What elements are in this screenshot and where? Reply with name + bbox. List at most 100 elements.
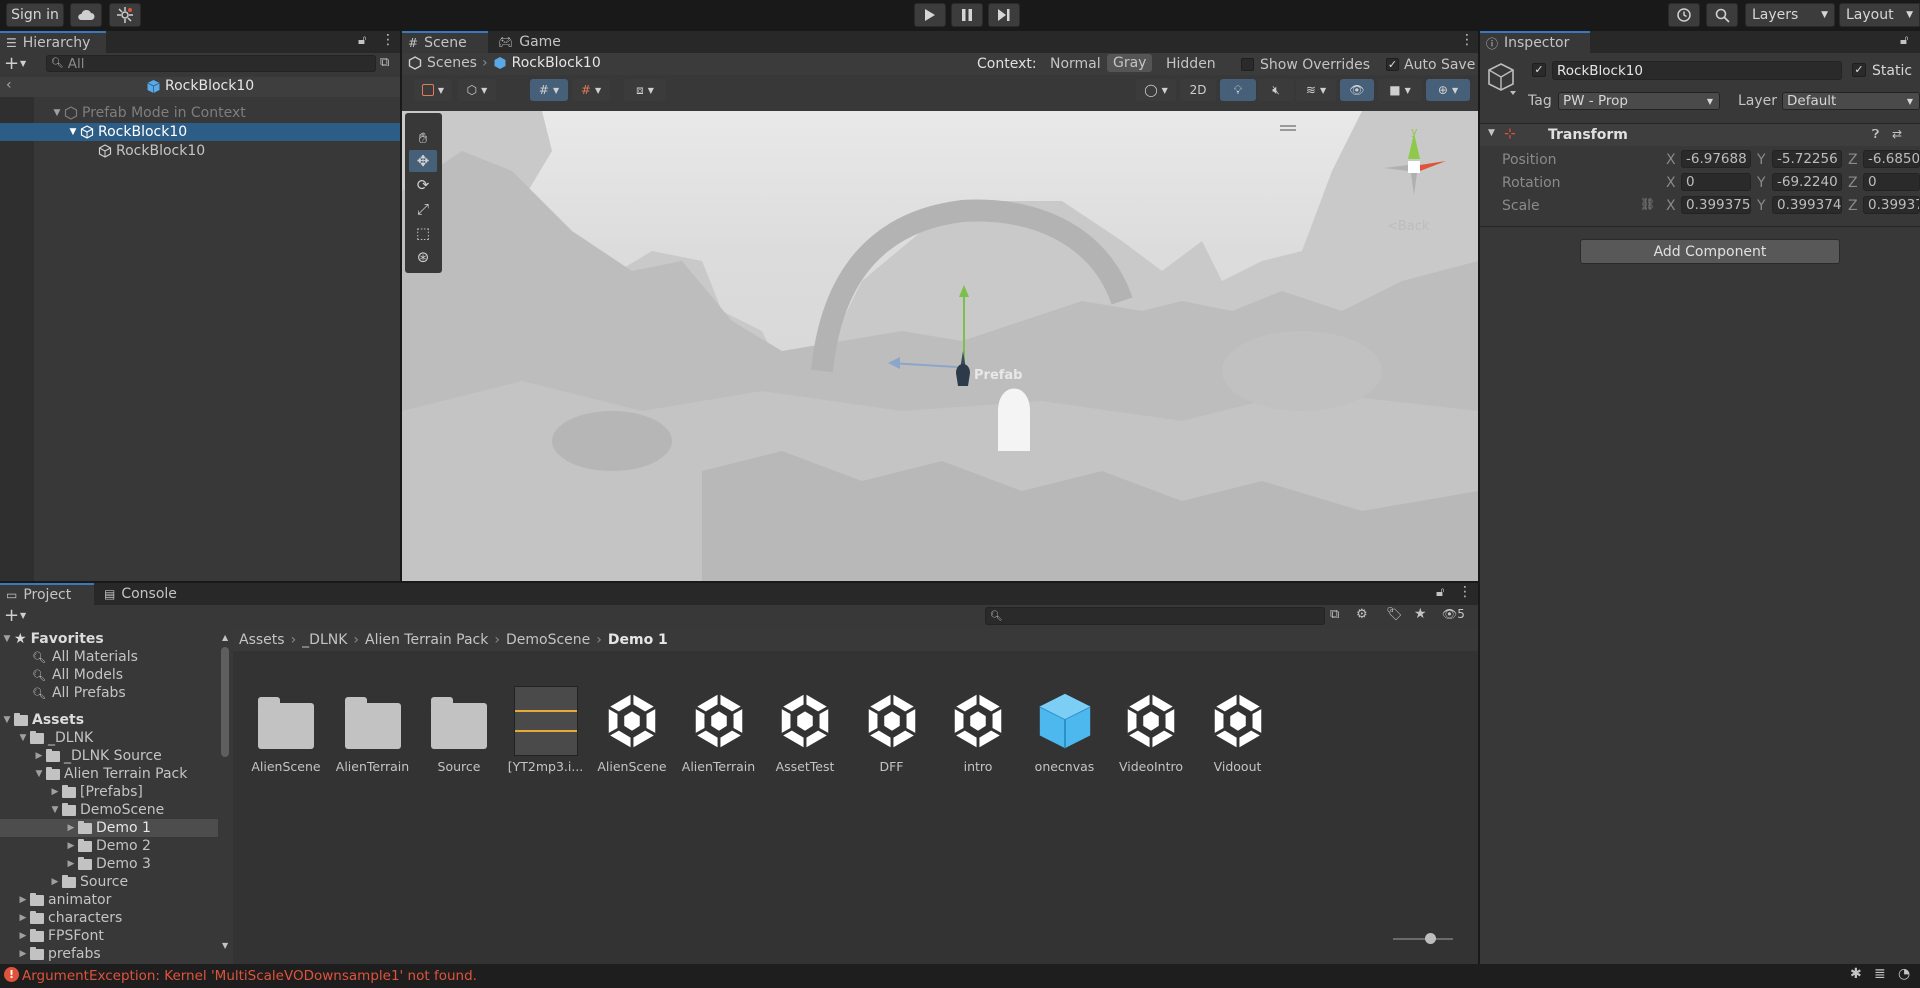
move-tool-button[interactable]: ✥ xyxy=(409,150,437,172)
auto-save-checkbox[interactable]: ✓ xyxy=(1386,58,1399,71)
asset-item-scene[interactable]: intro xyxy=(939,689,1017,774)
label-tag-icon[interactable]: 🏷︎ xyxy=(1386,607,1403,622)
position-y-field[interactable]: -5.72256 xyxy=(1772,150,1842,168)
history-button[interactable] xyxy=(1668,3,1700,27)
layout-dropdown[interactable]: Layout ▼ xyxy=(1839,3,1920,27)
tree-item-demo-1[interactable]: ▶ Demo 1 xyxy=(64,819,151,837)
tree-item-dlnk-source[interactable]: ▶ _DLNK Source xyxy=(32,747,162,765)
scene-search-icon[interactable]: ⧉ xyxy=(380,55,389,70)
asset-item-scene[interactable]: AssetTest xyxy=(766,689,844,774)
more-menu-icon[interactable]: ⋮ xyxy=(1458,584,1472,600)
lock-icon[interactable]: 🔓︎ xyxy=(1900,33,1908,48)
collapsed-arrow-icon[interactable]: ▶ xyxy=(48,787,62,797)
favorites-header[interactable]: ▼ ★ Favorites xyxy=(0,630,104,648)
scale-y-field[interactable]: 0.399374 xyxy=(1772,196,1842,214)
tree-item-source[interactable]: ▶ Source xyxy=(48,873,129,891)
asset-item-scene[interactable]: VideoIntro xyxy=(1112,689,1190,774)
expand-arrow-icon[interactable]: ▼ xyxy=(66,127,80,137)
gizmo-back-label[interactable]: <Back xyxy=(1387,219,1429,234)
layers-dropdown[interactable]: Layers ▼ xyxy=(1745,3,1835,27)
align-dropdown[interactable]: ⧈ ▼ xyxy=(624,79,666,101)
breadcrumb-prefab[interactable]: RockBlock10 xyxy=(512,55,601,71)
asset-item-scene[interactable]: Vidoout xyxy=(1199,689,1277,774)
static-checkbox[interactable]: ✓ xyxy=(1852,63,1866,77)
asset-item-scene[interactable]: AlienScene xyxy=(593,689,671,774)
context-hidden-button[interactable]: Hidden xyxy=(1166,56,1216,72)
draw-mode-dropdown[interactable]: ▼ xyxy=(414,79,452,101)
orientation-dropdown[interactable]: ◯ ▼ xyxy=(1136,79,1176,101)
lock-icon[interactable]: 🔓︎ xyxy=(1436,585,1444,600)
layer-dropdown[interactable]: Default ▼ xyxy=(1782,92,1920,110)
expand-arrow-icon[interactable]: ▼ xyxy=(16,733,30,743)
transform-header[interactable]: ▼ ⊹ Transform ❓︎ ⇄ xyxy=(1480,124,1920,146)
position-z-field[interactable]: -6.6850 xyxy=(1863,150,1920,168)
expand-arrow-icon[interactable]: ▼ xyxy=(32,769,46,779)
collapsed-arrow-icon[interactable]: ▶ xyxy=(16,895,30,905)
collapsed-arrow-icon[interactable]: ▶ xyxy=(16,913,30,923)
hidden-packages-toggle[interactable]: 👁︎5 xyxy=(1442,607,1465,621)
expand-arrow-icon[interactable]: ▼ xyxy=(0,715,14,725)
collapsed-arrow-icon[interactable]: ▶ xyxy=(64,823,78,833)
play-button[interactable] xyxy=(914,3,946,27)
favorite-all-models[interactable]: 🔍︎ All Models xyxy=(32,666,123,684)
add-icon[interactable]: + xyxy=(4,53,19,74)
2d-toggle-button[interactable]: 2D xyxy=(1180,79,1216,101)
add-component-button[interactable]: Add Component xyxy=(1580,239,1840,264)
tab-hierarchy[interactable]: ☰ Hierarchy xyxy=(0,31,106,53)
tree-item-prefabs[interactable]: ▶ [Prefabs] xyxy=(48,783,143,801)
cloud-button[interactable] xyxy=(70,3,102,27)
tab-game[interactable]: 🎮︎ Game xyxy=(492,31,572,53)
add-icon[interactable]: + xyxy=(4,605,19,626)
show-overrides-checkbox[interactable] xyxy=(1241,58,1254,71)
scale-z-field[interactable]: 0.39937 xyxy=(1863,196,1920,214)
cache-server-icon[interactable]: ≣ xyxy=(1874,966,1886,982)
rect-tool-button[interactable]: ⬚ xyxy=(409,222,437,244)
effects-dropdown[interactable]: ≋ ▼ xyxy=(1296,79,1336,101)
gizmos-dropdown[interactable]: ⊕ ▼ xyxy=(1426,79,1470,101)
help-icon[interactable]: ❓︎ xyxy=(1872,127,1879,142)
collapsed-arrow-icon[interactable]: ▶ xyxy=(64,859,78,869)
context-gray-button[interactable]: Gray xyxy=(1107,54,1153,72)
tab-inspector[interactable]: ⓘ Inspector xyxy=(1480,31,1590,53)
tab-scene[interactable]: # Scene xyxy=(402,31,488,53)
search-by-type-icon[interactable]: ⧉ xyxy=(1330,607,1339,622)
scroll-up-icon[interactable]: ▲ xyxy=(222,633,228,642)
assets-header[interactable]: ▼ Assets xyxy=(0,711,85,729)
bug-icon[interactable]: ✱ xyxy=(1850,966,1862,982)
tree-item-demo-3[interactable]: ▶ Demo 3 xyxy=(64,855,151,873)
transform-tool-button[interactable]: ⊛ xyxy=(409,246,437,268)
asset-item-audio[interactable]: [YT2mp3.i... xyxy=(507,686,585,774)
breadcrumb-alien-terrain-pack[interactable]: Alien Terrain Pack xyxy=(365,632,488,648)
breadcrumb-dlnk[interactable]: _DLNK xyxy=(302,632,347,648)
hierarchy-search-input[interactable]: 🔍︎ All xyxy=(46,55,376,72)
tree-item-characters[interactable]: ▶ characters xyxy=(16,909,123,927)
camera-dropdown[interactable]: ■ ▼ xyxy=(1378,79,1422,101)
render-mode-dropdown[interactable]: ⬡ ▼ xyxy=(458,79,496,101)
tree-item-alien-terrain-pack[interactable]: ▼ Alien Terrain Pack xyxy=(32,765,188,783)
back-arrow-icon[interactable]: ‹ xyxy=(6,77,12,93)
tree-item-demo-2[interactable]: ▶ Demo 2 xyxy=(64,837,151,855)
hand-tool-button[interactable]: ✋︎ xyxy=(409,127,437,149)
filter-type-icon[interactable]: ⚙︎ xyxy=(1356,607,1368,622)
favorite-star-icon[interactable]: ★ xyxy=(1414,606,1427,622)
hierarchy-item-rockblock10-child[interactable]: RockBlock10 xyxy=(98,142,205,160)
collapsed-arrow-icon[interactable]: ▶ xyxy=(32,751,46,761)
lighting-toggle-button[interactable]: 💡︎ xyxy=(1220,79,1256,101)
preset-icon[interactable]: ⇄ xyxy=(1892,127,1902,141)
search-button[interactable] xyxy=(1706,3,1738,27)
expand-arrow-icon[interactable]: ▼ xyxy=(1488,128,1495,138)
collapsed-arrow-icon[interactable]: ▶ xyxy=(48,877,62,887)
asset-item-prefab[interactable]: onecnvas xyxy=(1026,689,1104,774)
scale-x-field[interactable]: 0.399375 xyxy=(1681,196,1751,214)
zoom-slider-thumb[interactable] xyxy=(1425,933,1436,944)
expand-arrow-icon[interactable]: ▼ xyxy=(0,634,14,644)
asset-item-folder[interactable]: Source xyxy=(420,689,498,774)
scene-viewport[interactable]: Prefab ✋︎ ✥ ⟳ ⤢ ⬚ ⊛ y <Back xyxy=(402,111,1478,581)
tree-item-animator[interactable]: ▶ animator xyxy=(16,891,112,909)
sidebar-scrollbar[interactable]: ▲ ▼ xyxy=(220,633,230,953)
prefab-mode-row[interactable]: ▼ Prefab Mode in Context xyxy=(50,104,246,122)
status-error-message[interactable]: ArgumentException: Kernel 'MultiScaleVOD… xyxy=(22,968,477,984)
breadcrumb-scenes[interactable]: Scenes xyxy=(427,55,477,71)
hierarchy-item-rockblock10[interactable]: ▼ RockBlock10 xyxy=(66,123,188,141)
collapsed-arrow-icon[interactable]: ▶ xyxy=(16,949,30,959)
